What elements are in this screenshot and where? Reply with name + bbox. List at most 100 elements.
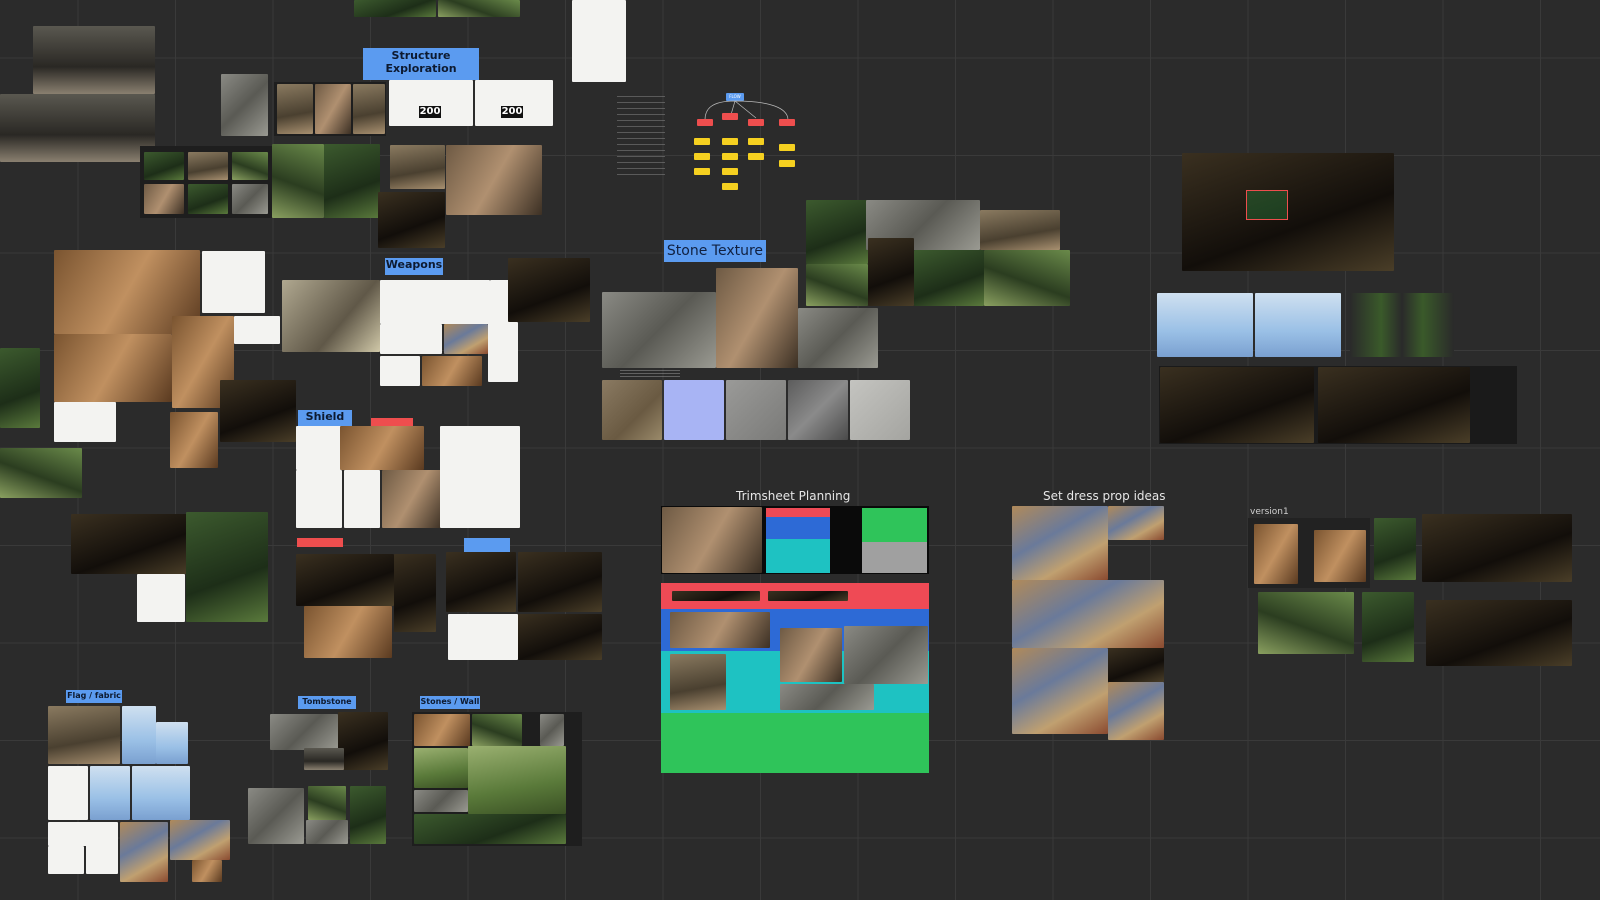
reference-thumb[interactable]: [144, 184, 184, 214]
flow-red-node[interactable]: [748, 119, 764, 126]
tombstone-image[interactable]: [308, 786, 346, 820]
ruin-image[interactable]: [806, 200, 868, 264]
stone-wall-image[interactable]: [414, 714, 470, 746]
flag-image[interactable]: [122, 706, 156, 764]
texture-swatch-ao[interactable]: [850, 380, 910, 440]
trim-carving-image[interactable]: [844, 626, 928, 684]
flag-image[interactable]: [120, 822, 168, 882]
pillar-image[interactable]: [137, 574, 185, 622]
temple-sheet-image[interactable]: [389, 80, 473, 126]
shield-grid-image[interactable]: [382, 470, 442, 528]
trimsheet-reference-image[interactable]: [662, 507, 762, 573]
weapons-set-image[interactable]: [220, 380, 296, 442]
shield-shapes-image[interactable]: [440, 426, 520, 528]
temple-door-image[interactable]: [186, 512, 268, 622]
weapon-image[interactable]: [490, 280, 510, 324]
flow-yellow-node[interactable]: [722, 168, 738, 175]
reference-thumb[interactable]: [188, 184, 228, 214]
weapon-image[interactable]: [54, 334, 172, 402]
stone-wall-image[interactable]: [540, 714, 564, 746]
weapon-image[interactable]: [234, 316, 280, 344]
stone-wall-image[interactable]: [472, 714, 522, 746]
trimsheet-grey-block[interactable]: [862, 542, 927, 573]
trimsheet-green-block[interactable]: [862, 508, 927, 542]
club-image[interactable]: [202, 251, 265, 313]
waterfall-image[interactable]: [272, 144, 324, 218]
flow-yellow-node[interactable]: [694, 153, 710, 160]
tombstone-image[interactable]: [304, 748, 344, 770]
stone-wall-image[interactable]: [414, 814, 566, 844]
stone-wall-image[interactable]: [414, 748, 468, 788]
trim-carving-image[interactable]: [780, 684, 874, 710]
crusader-shield-image[interactable]: [296, 470, 342, 528]
tombstone-image[interactable]: [270, 714, 338, 750]
weapon-image[interactable]: [380, 324, 442, 354]
stone-wall-image[interactable]: [414, 790, 468, 812]
landscape-wall-image[interactable]: [468, 746, 566, 814]
shield-design-image[interactable]: [340, 426, 424, 470]
spearhead-image[interactable]: [296, 554, 394, 606]
tree-branch-image[interactable]: [1426, 600, 1572, 666]
reference-thumb[interactable]: [188, 152, 228, 180]
sword-image[interactable]: [518, 614, 602, 660]
reference-thumb[interactable]: [232, 152, 268, 180]
ruin-jungle-image[interactable]: [324, 144, 380, 218]
ruin-image[interactable]: [806, 264, 868, 306]
blue-small-label[interactable]: [464, 538, 510, 552]
temple-image[interactable]: [378, 192, 445, 248]
tree-image[interactable]: [1374, 518, 1416, 580]
reference-thumb[interactable]: [144, 152, 184, 180]
weapon-image[interactable]: [444, 324, 488, 354]
jungle-image[interactable]: [0, 348, 40, 428]
structure-exploration-label[interactable]: Structure Exploration: [363, 48, 479, 80]
stone-texture-label[interactable]: Stone Texture: [664, 240, 766, 262]
flow-yellow-node[interactable]: [694, 168, 710, 175]
document-page-image[interactable]: [572, 0, 626, 82]
flag-image[interactable]: [48, 846, 84, 874]
flag-image[interactable]: [192, 860, 222, 882]
texture-swatch-height[interactable]: [788, 380, 848, 440]
jungle-image[interactable]: [0, 448, 82, 498]
weapon-rack-image[interactable]: [282, 280, 380, 352]
sword-image[interactable]: [446, 552, 516, 612]
ruin-image[interactable]: [914, 250, 984, 306]
jungle-image[interactable]: [438, 0, 520, 17]
trim-strip-image[interactable]: [768, 591, 848, 601]
axe-image[interactable]: [380, 280, 490, 324]
texture-swatch-normal[interactable]: [664, 380, 724, 440]
flag-fabric-label[interactable]: Flag / fabric: [66, 690, 122, 703]
pillars-image[interactable]: [71, 514, 189, 574]
structure-image[interactable]: [353, 84, 385, 134]
flow-red-node[interactable]: [779, 119, 795, 126]
stones-wall-label[interactable]: Stones / Wall: [420, 696, 480, 709]
texture-swatch-roughness[interactable]: [726, 380, 786, 440]
flag-image[interactable]: [132, 766, 190, 820]
jungle-image[interactable]: [354, 0, 436, 17]
tree-model-image[interactable]: [1255, 293, 1341, 357]
tombstone-image[interactable]: [338, 712, 388, 770]
forest-ruin-render-image[interactable]: [1182, 153, 1394, 271]
ruins-image[interactable]: [798, 308, 878, 368]
weapon-image[interactable]: [380, 356, 420, 386]
battle-painting-image[interactable]: [1012, 506, 1108, 580]
battle-painting-image[interactable]: [1108, 648, 1164, 682]
bark-texture-image[interactable]: [1314, 530, 1366, 582]
carved-mask-image[interactable]: [716, 268, 798, 368]
structure-image[interactable]: [315, 84, 351, 134]
knight-image[interactable]: [344, 470, 380, 528]
battle-painting-image[interactable]: [1108, 682, 1164, 740]
flag-sketch-image[interactable]: [48, 706, 120, 764]
cave-render-image[interactable]: [0, 94, 155, 162]
trimsheet-pattern-blue[interactable]: [766, 517, 830, 539]
tombstone-image[interactable]: [350, 786, 386, 844]
cave-render-image[interactable]: [33, 26, 155, 94]
temple-sheet-image[interactable]: [475, 80, 553, 126]
tree-branch-image[interactable]: [1422, 514, 1572, 582]
mace-image[interactable]: [488, 322, 518, 382]
ruin-image[interactable]: [984, 250, 1070, 306]
flow-yellow-node[interactable]: [779, 160, 795, 167]
flag-image[interactable]: [86, 822, 118, 874]
sword-image[interactable]: [518, 552, 602, 612]
bark-texture-image[interactable]: [1254, 524, 1298, 584]
texture-swatch-albedo[interactable]: [602, 380, 662, 440]
